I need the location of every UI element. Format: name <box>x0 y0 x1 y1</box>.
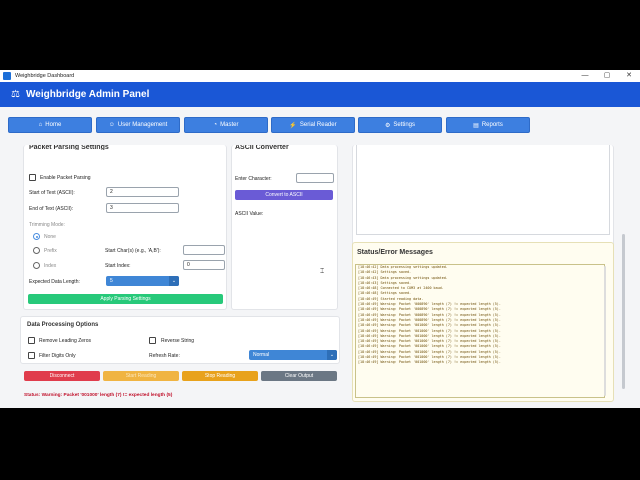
title-bar: Weighbridge Dashboard — ▢ ✕ <box>0 70 640 82</box>
start-index-input[interactable]: 0 <box>183 260 225 270</box>
ascii-value-label: ASCII Value: <box>235 211 264 217</box>
remove-zeros-checkbox[interactable] <box>28 337 35 344</box>
log-line: [18:46:49] Warning: Packet '001000' leng… <box>358 360 501 365</box>
plug-icon: ⚡ <box>289 122 297 129</box>
enter-character-input[interactable] <box>296 173 334 183</box>
expected-length-value: 5 <box>110 278 113 284</box>
window-controls: — ▢ ✕ <box>574 70 640 82</box>
gauge-icon: ◔ <box>213 122 218 128</box>
end-of-text-label: End of Text (ASCII): <box>29 206 74 212</box>
refresh-rate-label: Refresh Rate: <box>149 353 180 359</box>
refresh-rate-select[interactable]: Normal ⌄ <box>249 350 337 360</box>
scale-icon: ⚖ <box>11 89 20 100</box>
reverse-string-label: Reverse String <box>161 338 195 344</box>
enable-parsing-label: Enable Packet Parsing <box>40 175 91 181</box>
start-of-text-label: Start of Text (ASCII): <box>29 190 75 196</box>
trim-index-label: Index <box>44 263 57 269</box>
nav-master-label: Master <box>220 122 239 128</box>
nav-reports-label: Reports <box>481 122 503 128</box>
nav-settings-button[interactable]: ⚙ Settings <box>358 117 442 133</box>
nav-master-button[interactable]: ◔ Master <box>184 117 268 133</box>
reverse-string-checkbox[interactable] <box>149 337 156 344</box>
trim-prefix-radio[interactable] <box>33 247 40 254</box>
status-messages-title: Status/Error Messages <box>357 249 433 256</box>
gear-icon: ⚙ <box>384 122 391 129</box>
nav-reports-button[interactable]: ▤ Reports <box>446 117 530 133</box>
start-chars-label: Start Char(s) (e.g., 'A,B'): <box>105 248 161 254</box>
screen: Weighbridge Dashboard — ▢ ✕ ⚖ Weighbridg… <box>0 0 640 480</box>
trim-none-label: None <box>44 234 56 240</box>
page-title: Weighbridge Admin Panel <box>26 89 150 100</box>
home-icon: ⌂ <box>38 122 43 128</box>
output-text-area[interactable] <box>356 145 610 235</box>
nav-user-management-label: User Management <box>117 122 168 128</box>
refresh-rate-value: Normal <box>253 352 270 358</box>
start-of-text-input[interactable]: 2 <box>106 187 179 197</box>
filter-digits-label: Filter Digits Only <box>39 353 76 359</box>
start-index-label: Start Index: <box>105 263 131 269</box>
app-icon <box>3 72 11 80</box>
clear-output-button[interactable]: Clear Output <box>261 371 337 381</box>
packet-parsing-panel: Packet Parsing Settings Enable Packet Pa… <box>23 145 227 310</box>
trim-prefix-label: Prefix <box>44 248 57 254</box>
nav-user-management-button[interactable]: ☺ User Management <box>96 117 180 133</box>
window-title: Weighbridge Dashboard <box>15 73 75 79</box>
close-button[interactable]: ✕ <box>618 70 640 82</box>
apply-parsing-button[interactable]: Apply Parsing Settings <box>28 294 223 304</box>
nav-serial-reader-button[interactable]: ⚡ Serial Reader <box>271 117 355 133</box>
status-log[interactable]: [18:46:42] Data processing settings upda… <box>355 264 605 398</box>
nav-home-button[interactable]: ⌂ Home <box>8 117 92 133</box>
user-icon: ☺ <box>108 122 115 128</box>
nav-home-label: Home <box>45 122 62 128</box>
log-scrollbar[interactable] <box>604 266 606 396</box>
ascii-converter-title: ASCII Converter <box>235 145 289 150</box>
filter-digits-checkbox[interactable] <box>28 352 35 359</box>
main-nav: ⌂ Home ☺ User Management ◔ Master ⚡ Seri… <box>0 117 640 133</box>
start-chars-input[interactable] <box>183 245 225 255</box>
chart-icon: ▤ <box>473 122 479 129</box>
chevron-down-icon: ⌄ <box>169 276 179 286</box>
maximize-button[interactable]: ▢ <box>596 70 618 82</box>
remove-zeros-label: Remove Leading Zeros <box>39 338 91 344</box>
start-reading-button[interactable]: Start Reading <box>103 371 179 381</box>
data-processing-title: Data Processing Options <box>27 322 99 328</box>
chevron-down-icon: ⌄ <box>327 350 337 360</box>
enter-character-label: Enter Character: <box>235 176 272 182</box>
trim-index-radio[interactable] <box>33 262 40 269</box>
convert-to-ascii-button[interactable]: Convert to ASCII <box>235 190 333 200</box>
ascii-converter-panel: ASCII Converter Enter Character: Convert… <box>231 145 338 310</box>
status-line: Status: Warning: Packet '001000' length … <box>24 393 173 398</box>
stop-reading-button[interactable]: Stop Reading <box>182 371 258 381</box>
data-processing-panel: Data Processing Options Remove Leading Z… <box>20 316 340 364</box>
expected-length-label: Expected Data Length: <box>29 279 80 285</box>
end-of-text-input[interactable]: 3 <box>106 203 179 213</box>
mouse-cursor: ⌶ <box>320 268 325 275</box>
trimming-mode-label: Trimming Mode: <box>29 222 65 228</box>
expected-length-select[interactable]: 5 ⌄ <box>106 276 179 286</box>
nav-settings-label: Settings <box>393 122 416 128</box>
disconnect-button[interactable]: Disconnect <box>24 371 100 381</box>
app-header: ⚖ Weighbridge Admin Panel <box>0 82 640 107</box>
enable-parsing-checkbox[interactable] <box>29 174 36 181</box>
packet-parsing-title: Packet Parsing Settings <box>29 145 109 150</box>
minimize-button[interactable]: — <box>574 70 596 82</box>
trim-none-radio[interactable] <box>33 233 40 240</box>
nav-serial-reader-label: Serial Reader <box>299 122 337 128</box>
main-scrollbar[interactable] <box>622 234 625 389</box>
app-window: Weighbridge Dashboard — ▢ ✕ ⚖ Weighbridg… <box>0 70 640 408</box>
